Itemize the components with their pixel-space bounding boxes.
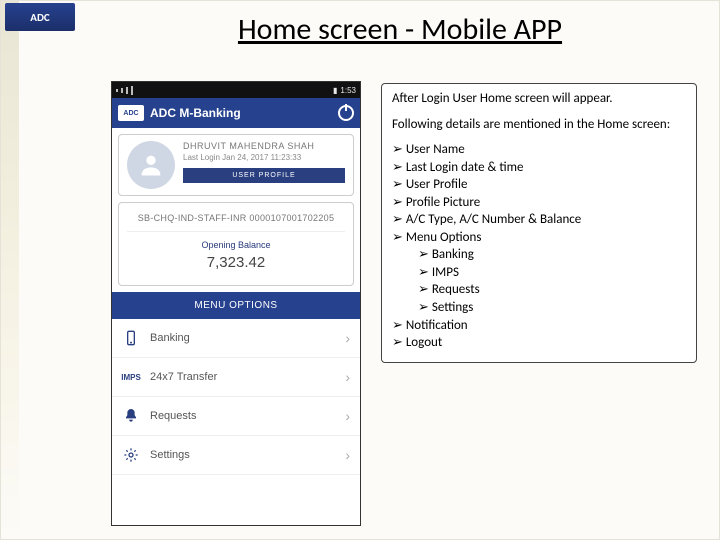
avatar — [127, 141, 175, 189]
adc-logo: ADC — [5, 3, 75, 31]
list-subitem: Banking — [392, 246, 686, 264]
last-login: Last Login Jan 24, 2017 11:23:33 — [183, 153, 345, 162]
description-box: After Login User Home screen will appear… — [381, 83, 697, 363]
bell-icon — [122, 407, 140, 425]
opening-balance-label: Opening Balance — [127, 240, 345, 250]
menu-label: Banking — [150, 332, 190, 344]
slide-title: Home screen - Mobile APP — [121, 11, 679, 48]
app-title: ADC M-Banking — [150, 106, 332, 120]
list-item: Profile Picture — [392, 194, 686, 212]
android-statusbar: ▮ 1:53 — [112, 82, 360, 98]
list-subitem: IMPS — [392, 264, 686, 282]
note-intro: After Login User Home screen will appear… — [392, 90, 686, 108]
battery-icon: ▮ — [333, 86, 337, 95]
account-number: SB-CHQ-IND-STAFF-INR 0000107001702205 — [127, 213, 345, 223]
note-list: User Name Last Login date & time User Pr… — [392, 141, 686, 352]
menu-item-banking[interactable]: Banking › — [112, 319, 360, 358]
imps-icon: IMPS — [122, 368, 140, 386]
list-item: Menu Options — [392, 229, 686, 247]
app-bar: ADC ADC M-Banking — [112, 98, 360, 128]
menu-item-settings[interactable]: Settings › — [112, 436, 360, 475]
profile-card: DHRUVIT MAHENDRA SHAH Last Login Jan 24,… — [118, 134, 354, 196]
list-item: Notification — [392, 317, 686, 335]
list-item: Logout — [392, 334, 686, 352]
chevron-right-icon: › — [345, 369, 350, 385]
phone-mockup: ▮ 1:53 ADC ADC M-Banking DHRUVIT MAHENDR… — [111, 81, 361, 526]
app-mini-logo: ADC — [118, 105, 144, 121]
list-subitem: Requests — [392, 281, 686, 299]
menu-label: Settings — [150, 449, 190, 461]
gear-icon — [122, 446, 140, 464]
list-item: A/C Type, A/C Number & Balance — [392, 211, 686, 229]
chevron-right-icon: › — [345, 330, 350, 346]
chevron-right-icon: › — [345, 408, 350, 424]
phone-icon — [122, 329, 140, 347]
list-item: User Profile — [392, 176, 686, 194]
list-subitem: Settings — [392, 299, 686, 317]
chevron-right-icon: › — [345, 447, 350, 463]
note-subhead: Following details are mentioned in the H… — [392, 116, 686, 134]
account-card: SB-CHQ-IND-STAFF-INR 0000107001702205 Op… — [118, 202, 354, 286]
user-name: DHRUVIT MAHENDRA SHAH — [183, 141, 345, 151]
slide-left-stripe — [1, 1, 19, 539]
user-profile-button[interactable]: USER PROFILE — [183, 168, 345, 183]
list-item: Last Login date & time — [392, 159, 686, 177]
menu-options-header: MENU OPTIONS — [112, 292, 360, 319]
menu-item-requests[interactable]: Requests › — [112, 397, 360, 436]
menu-label: Requests — [150, 410, 196, 422]
logout-icon[interactable] — [338, 105, 354, 121]
menu-label: 24x7 Transfer — [150, 371, 217, 383]
list-item: User Name — [392, 141, 686, 159]
opening-balance-value: 7,323.42 — [127, 254, 345, 271]
menu-item-imps[interactable]: IMPS 24x7 Transfer › — [112, 358, 360, 397]
status-time: 1:53 — [340, 86, 356, 95]
